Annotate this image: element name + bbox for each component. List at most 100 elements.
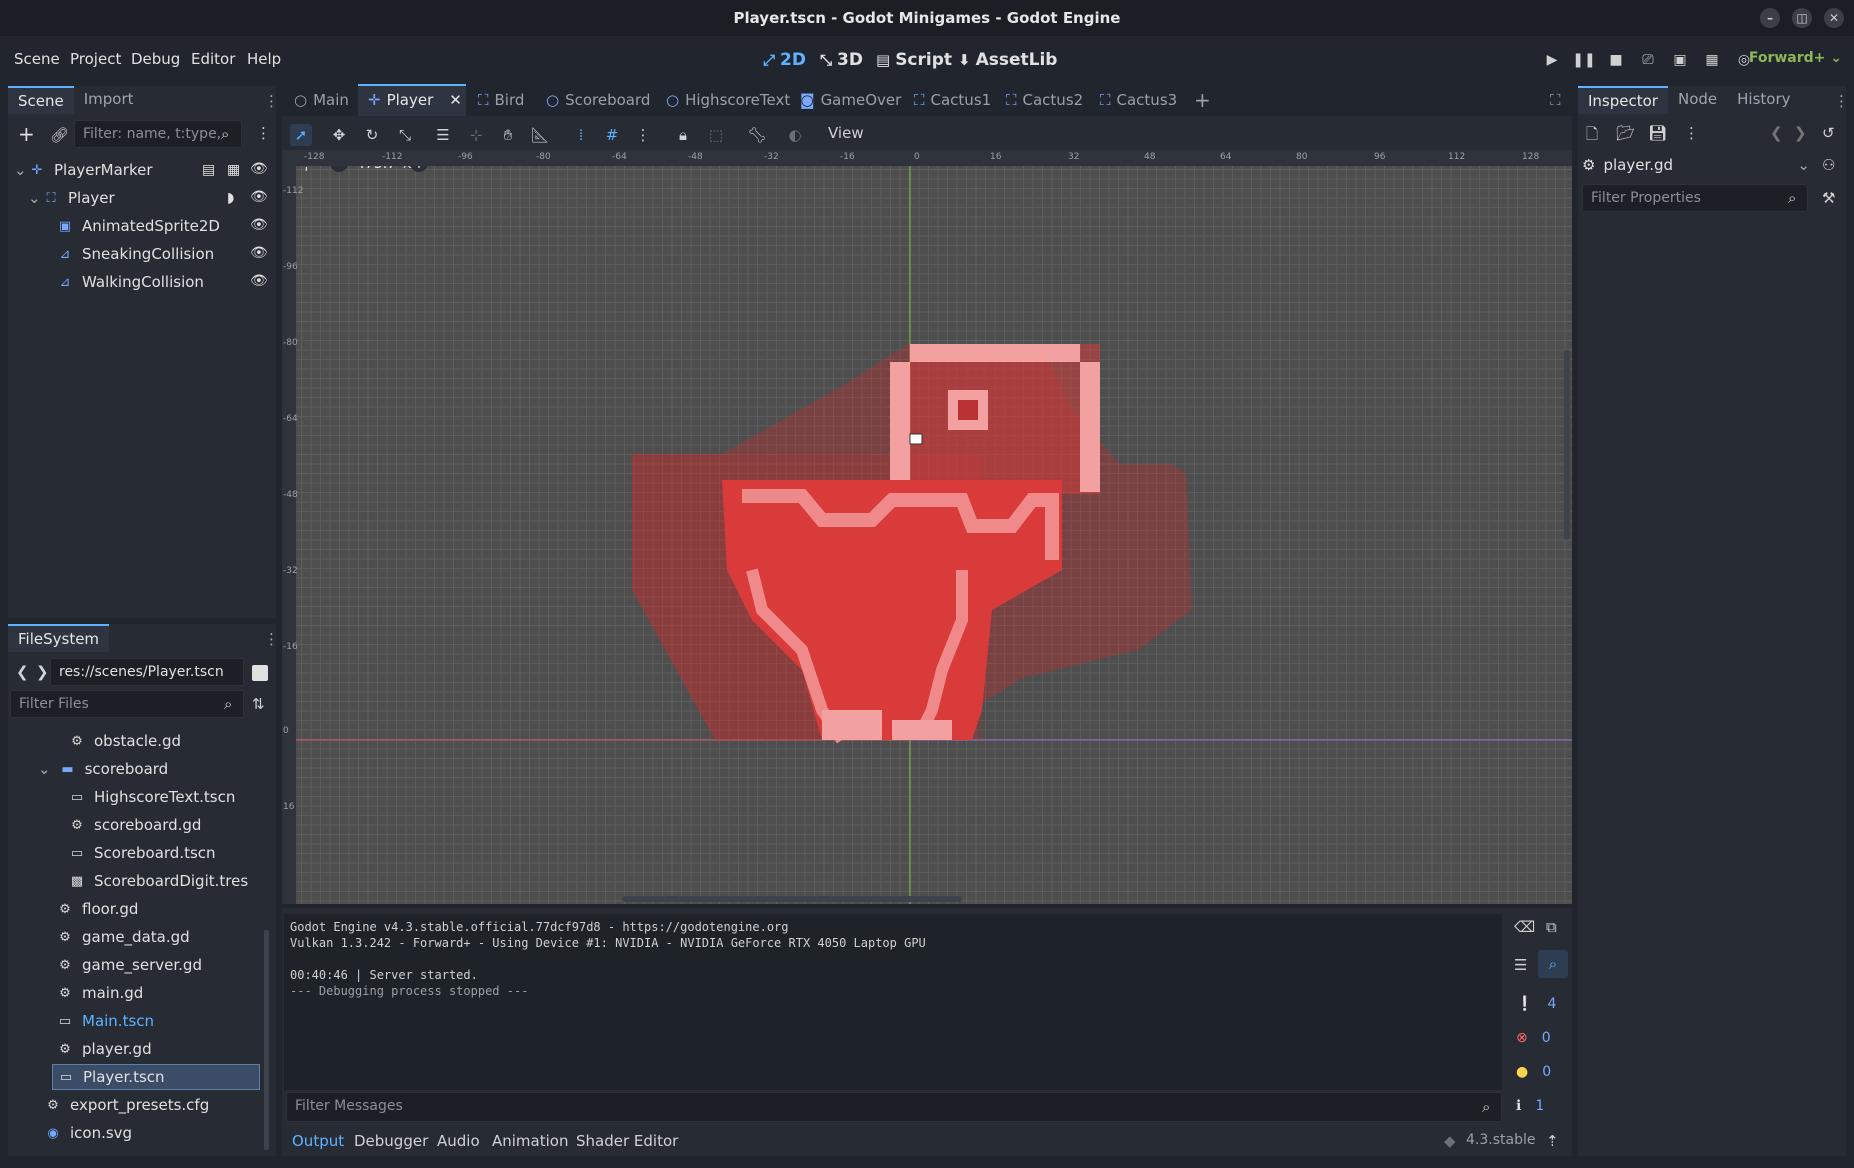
- menu-editor[interactable]: Editor: [191, 50, 235, 68]
- minimize-icon[interactable]: –: [1760, 8, 1780, 28]
- add-node-icon[interactable]: +: [18, 122, 35, 146]
- clear-output-icon[interactable]: ⌫: [1514, 918, 1535, 936]
- select-mode-icon[interactable]: ➚: [290, 124, 312, 146]
- tree-node-walkingcollision[interactable]: ⊿ WalkingCollision: [56, 268, 204, 296]
- snap-options-icon[interactable]: ⋮: [632, 124, 654, 146]
- chevron-down-icon[interactable]: ⌄: [38, 760, 51, 778]
- menu-scene[interactable]: Scene: [14, 50, 60, 68]
- close-tab-icon[interactable]: ✕: [449, 91, 462, 109]
- file-item[interactable]: ⚙ floor.gd: [56, 896, 138, 922]
- vertical-scrollbar[interactable]: [1564, 350, 1570, 540]
- copy-icon[interactable]: ⧉: [1546, 918, 1557, 936]
- horizontal-scrollbar[interactable]: [622, 896, 962, 902]
- file-item[interactable]: ⚙ game_server.gd: [56, 952, 202, 978]
- signal-icon[interactable]: ◗: [227, 190, 234, 206]
- file-item[interactable]: ▭ Main.tscn: [56, 1008, 154, 1034]
- back-icon[interactable]: ❮: [16, 663, 29, 681]
- dock-menu-icon[interactable]: ⋮: [264, 92, 279, 110]
- visibility-eye-icon[interactable]: 👁︎: [250, 161, 268, 177]
- tab-inspector[interactable]: Inspector: [1578, 86, 1668, 114]
- collapse-icon[interactable]: ☰: [1514, 956, 1527, 974]
- file-item[interactable]: ⚙ export_presets.cfg: [44, 1092, 209, 1118]
- tab-bird[interactable]: ⛶ Bird: [478, 88, 524, 112]
- menu-help[interactable]: Help: [247, 50, 281, 68]
- group-icon[interactable]: ⬚: [705, 124, 727, 146]
- tab-gameover[interactable]: ◙ GameOver: [800, 88, 901, 112]
- tree-node-player[interactable]: ⌄ ⛶ Player: [28, 184, 115, 212]
- renderer-select[interactable]: Forward+ ⌄: [1749, 50, 1842, 66]
- tab-history[interactable]: History: [1727, 86, 1800, 114]
- menu-debug[interactable]: Debug: [131, 50, 180, 68]
- ruler-mode-icon[interactable]: 📐︎: [529, 124, 551, 146]
- pause-icon[interactable]: ❚❚: [1572, 50, 1595, 70]
- play-custom-scene-icon[interactable]: ▦: [1702, 50, 1722, 70]
- tree-node-playermarker[interactable]: ⌄ ✛ PlayerMarker: [14, 156, 153, 184]
- chevron-down-icon[interactable]: ⌄: [14, 161, 28, 179]
- mode-2d-button[interactable]: ⤢ 2D: [763, 50, 806, 70]
- distraction-free-icon[interactable]: ⛶: [1550, 88, 1561, 112]
- view-menu[interactable]: View: [828, 124, 864, 142]
- tab-player[interactable]: ✛ Player ✕: [368, 88, 462, 112]
- forward-icon[interactable]: ❯: [36, 663, 49, 681]
- folder-item[interactable]: ⌄ ▬ scoreboard: [38, 756, 168, 782]
- expand-panel-icon[interactable]: ⇡: [1546, 1132, 1559, 1150]
- filter-properties-input[interactable]: Filter Properties: [1582, 184, 1808, 212]
- move-mode-icon[interactable]: ✥: [328, 124, 350, 146]
- file-item[interactable]: ▭ HighscoreText.tscn: [68, 784, 236, 810]
- play-scene-icon[interactable]: ▣: [1670, 50, 1690, 70]
- warnings-counter[interactable]: ● 0: [1508, 1058, 1568, 1086]
- remote-object-icon[interactable]: ⚇: [1822, 156, 1835, 174]
- tool-icon[interactable]: ⚒: [1822, 189, 1835, 207]
- toggle-split-icon[interactable]: [252, 665, 268, 681]
- menu-project[interactable]: Project: [70, 50, 121, 68]
- path-input[interactable]: res://scenes/Player.tscn: [50, 658, 244, 686]
- scene-filter-input[interactable]: Filter: name, t:type,: [74, 120, 242, 148]
- visibility-eye-icon[interactable]: 👁︎: [250, 189, 268, 205]
- tab-debugger[interactable]: Debugger: [354, 1132, 428, 1150]
- group-icon[interactable]: ▦: [227, 162, 240, 178]
- pivot-icon[interactable]: ⊹: [465, 124, 487, 146]
- pan-mode-icon[interactable]: ✋︎: [497, 124, 519, 146]
- errors-counter[interactable]: ⊗ 0: [1508, 1024, 1568, 1052]
- file-filter-input[interactable]: Filter Files: [10, 690, 244, 718]
- tab-output[interactable]: Output: [292, 1132, 344, 1150]
- tree-node-sneakingcollision[interactable]: ⊿ SneakingCollision: [56, 240, 215, 268]
- tab-highscoretext[interactable]: ○ HighscoreText: [666, 88, 790, 112]
- link-icon[interactable]: 🔗︎: [50, 126, 69, 144]
- rotate-mode-icon[interactable]: ↻: [361, 124, 383, 146]
- mode-3d-button[interactable]: ⤡ 3D: [820, 50, 863, 70]
- dock-menu-icon[interactable]: ⋮: [264, 630, 279, 648]
- search-icon[interactable]: ⌕: [1538, 950, 1568, 978]
- file-item[interactable]: ⚙ main.gd: [56, 980, 143, 1006]
- info-counter[interactable]: ℹ1: [1508, 1092, 1568, 1120]
- stop-icon[interactable]: ■: [1606, 50, 1626, 70]
- save-icon[interactable]: 💾︎: [1648, 124, 1667, 142]
- tab-main[interactable]: ○ Main: [294, 88, 349, 112]
- filter-messages-input[interactable]: Filter Messages: [286, 1092, 1502, 1122]
- resource-selector[interactable]: ⚙ player.gd ⌄: [1582, 152, 1810, 178]
- remote-debug-icon[interactable]: ⎚: [1638, 50, 1658, 70]
- dock-menu-icon[interactable]: ⋮: [1834, 92, 1849, 110]
- messages-counter[interactable]: ❕ 4: [1508, 990, 1568, 1018]
- file-item[interactable]: ▭ Scoreboard.tscn: [68, 840, 216, 866]
- tree-node-animatedsprite2d[interactable]: ▣ AnimatedSprite2D: [56, 212, 220, 240]
- camera-override-icon[interactable]: ◐: [784, 124, 806, 146]
- file-item[interactable]: ▩ ScoreboardDigit.tres: [68, 868, 248, 894]
- play-icon[interactable]: ▶: [1542, 50, 1562, 70]
- file-item-selected[interactable]: ▭ Player.tscn: [52, 1064, 260, 1090]
- file-item[interactable]: ⚙ game_data.gd: [56, 924, 189, 950]
- visibility-eye-icon[interactable]: 👁︎: [250, 217, 268, 233]
- new-resource-icon[interactable]: 🗋︎: [1586, 124, 1598, 149]
- tab-filesystem[interactable]: FileSystem: [8, 624, 110, 652]
- tab-import[interactable]: Import: [74, 86, 144, 114]
- tab-cactus1[interactable]: ⛶ Cactus1: [914, 88, 991, 112]
- scene-options-icon[interactable]: ⋮: [256, 124, 271, 142]
- chevron-down-icon[interactable]: ⌄: [28, 189, 42, 207]
- history-back-icon[interactable]: ❮: [1770, 124, 1783, 142]
- more-icon[interactable]: ⋮: [1684, 124, 1699, 142]
- tab-scoreboard[interactable]: ○ Scoreboard: [546, 88, 650, 112]
- open-icon[interactable]: 📂︎: [1616, 124, 1635, 142]
- tab-shader-editor[interactable]: Shader Editor: [576, 1132, 678, 1150]
- smart-snap-icon[interactable]: ⦙: [570, 124, 592, 146]
- lock-icon[interactable]: 🔒︎: [672, 124, 694, 146]
